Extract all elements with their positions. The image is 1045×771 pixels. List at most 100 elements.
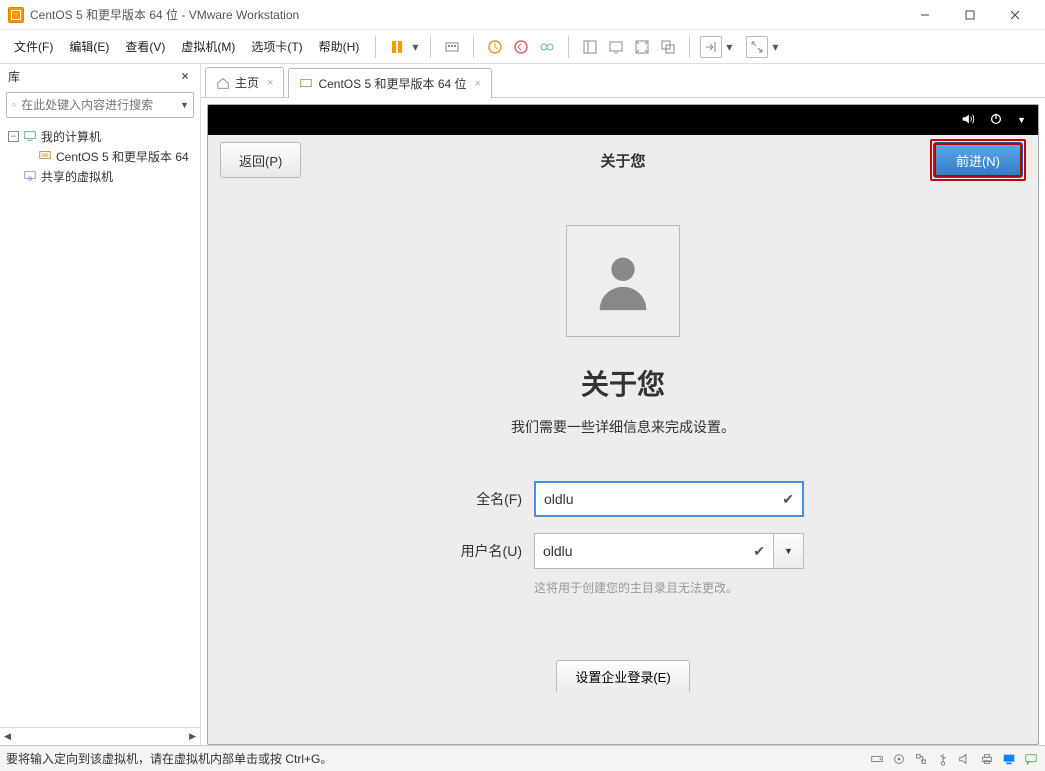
maximize-button[interactable] xyxy=(947,1,992,29)
shared-icon xyxy=(23,169,37,183)
power-icon[interactable] xyxy=(989,112,1003,129)
menubar: 文件(F) 编辑(E) 查看(V) 虚拟机(M) 选项卡(T) 帮助(H) ▾ … xyxy=(0,30,1045,64)
view-console-icon[interactable] xyxy=(605,36,627,58)
window-titlebar: CentOS 5 和更早版本 64 位 - VMware Workstation xyxy=(0,0,1045,30)
page-title: 关于您 xyxy=(600,150,645,171)
library-sidebar: 库 × ▼ − 我的计算机 CentOS 5 和更早版本 64 共享的虚拟机 xyxy=(0,64,201,745)
chevron-right-icon[interactable]: ▶ xyxy=(189,731,196,742)
tab-label: 主页 xyxy=(235,74,259,91)
fullname-value: oldlu xyxy=(544,491,574,507)
fullname-label: 全名(F) xyxy=(442,489,522,509)
tab-close-button[interactable]: × xyxy=(475,78,481,90)
chevron-left-icon[interactable]: ◀ xyxy=(4,731,11,742)
vm-system-tray: ▼ xyxy=(208,105,1038,135)
separator xyxy=(689,36,690,58)
sidebar-scroll-controls: ◀ ▶ xyxy=(0,727,200,745)
tab-bar: 主页 × CentOS 5 和更早版本 64 位 × xyxy=(201,64,1045,98)
close-button[interactable] xyxy=(992,1,1037,29)
content-area: 主页 × CentOS 5 和更早版本 64 位 × ▼ 返回(P) 关于您 xyxy=(201,64,1045,745)
quick-switch-icon[interactable] xyxy=(700,36,722,58)
disk-icon[interactable] xyxy=(869,752,885,766)
menu-view[interactable]: 查看(V) xyxy=(117,34,173,59)
window-title: CentOS 5 和更早版本 64 位 - VMware Workstation xyxy=(30,6,299,23)
home-icon xyxy=(216,76,230,90)
view-fullscreen-icon[interactable] xyxy=(631,36,653,58)
username-input[interactable]: oldlu ✔ xyxy=(534,533,774,569)
send-ctrl-alt-del-icon[interactable] xyxy=(441,36,463,58)
usb-icon[interactable] xyxy=(935,752,951,766)
printer-icon[interactable] xyxy=(979,752,995,766)
username-label: 用户名(U) xyxy=(442,541,522,561)
vm-display[interactable]: ▼ 返回(P) 关于您 前进(N) 关于您 我们需要一些详细信息来完成设置。 xyxy=(207,104,1039,745)
enterprise-login-button[interactable]: 设置企业登录(E) xyxy=(556,660,689,692)
status-icons xyxy=(869,752,1039,766)
network-icon[interactable] xyxy=(913,752,929,766)
avatar-placeholder[interactable] xyxy=(566,225,680,337)
vm-setup-screen: 返回(P) 关于您 前进(N) 关于您 我们需要一些详细信息来完成设置。 全名(… xyxy=(208,135,1038,744)
menu-vm[interactable]: 虚拟机(M) xyxy=(173,34,243,59)
check-icon: ✔ xyxy=(782,491,794,508)
tree-item-centos[interactable]: CentOS 5 和更早版本 64 xyxy=(4,146,196,166)
status-text: 要将输入定向到该虚拟机，请在虚拟机内部单击或按 Ctrl+G。 xyxy=(6,750,332,767)
menu-help[interactable]: 帮助(H) xyxy=(311,34,368,59)
separator xyxy=(375,36,376,58)
separator xyxy=(568,36,569,58)
sound-icon[interactable] xyxy=(957,752,973,766)
about-subtitle: 我们需要一些详细信息来完成设置。 xyxy=(511,417,735,437)
tree-collapse-icon[interactable]: − xyxy=(8,131,19,142)
statusbar: 要将输入定向到该虚拟机，请在虚拟机内部单击或按 Ctrl+G。 xyxy=(0,745,1045,771)
chevron-down-icon[interactable]: ▾ xyxy=(412,40,422,54)
chevron-down-icon[interactable]: ▾ xyxy=(772,40,782,54)
sidebar-title: 库 xyxy=(8,68,20,85)
fullname-input[interactable]: oldlu ✔ xyxy=(534,481,804,517)
display-icon[interactable] xyxy=(1001,752,1017,766)
snapshot-manager-icon[interactable] xyxy=(536,36,558,58)
chevron-down-icon[interactable]: ▾ xyxy=(726,40,736,54)
tree-label: 我的计算机 xyxy=(41,128,101,145)
search-icon xyxy=(11,98,17,112)
library-tree: − 我的计算机 CentOS 5 和更早版本 64 共享的虚拟机 xyxy=(0,122,200,727)
check-icon: ✔ xyxy=(753,543,765,560)
tab-home[interactable]: 主页 × xyxy=(205,67,284,97)
volume-icon[interactable] xyxy=(961,112,975,129)
vm-icon xyxy=(38,149,52,163)
chevron-down-icon: ▼ xyxy=(784,546,793,556)
vm-icon xyxy=(299,77,313,91)
search-field[interactable] xyxy=(21,98,176,112)
snapshot-revert-icon[interactable] xyxy=(510,36,532,58)
chevron-down-icon[interactable]: ▼ xyxy=(1017,115,1026,125)
forward-button[interactable]: 前进(N) xyxy=(933,142,1023,178)
minimize-button[interactable] xyxy=(902,1,947,29)
about-title: 关于您 xyxy=(581,363,665,403)
pause-icon[interactable] xyxy=(386,36,408,58)
username-value: oldlu xyxy=(543,543,573,559)
menu-tabs[interactable]: 选项卡(T) xyxy=(243,34,310,59)
separator xyxy=(430,36,431,58)
back-button[interactable]: 返回(P) xyxy=(220,142,301,178)
view-unity-icon[interactable] xyxy=(657,36,679,58)
user-icon xyxy=(588,246,658,316)
sidebar-close-button[interactable]: × xyxy=(178,69,192,83)
separator xyxy=(473,36,474,58)
tree-item-shared[interactable]: 共享的虚拟机 xyxy=(4,166,196,186)
cd-icon[interactable] xyxy=(891,752,907,766)
chevron-down-icon[interactable]: ▼ xyxy=(180,100,189,110)
menu-file[interactable]: 文件(F) xyxy=(6,34,61,59)
tab-close-button[interactable]: × xyxy=(267,77,273,89)
computer-icon xyxy=(23,129,37,143)
username-hint: 这将用于创建您的主目录且无法更改。 xyxy=(534,579,804,596)
stretch-icon[interactable] xyxy=(746,36,768,58)
tree-label: CentOS 5 和更早版本 64 xyxy=(56,148,189,165)
app-icon xyxy=(8,7,24,23)
tree-label: 共享的虚拟机 xyxy=(41,168,113,185)
tab-centos[interactable]: CentOS 5 和更早版本 64 位 × xyxy=(288,68,491,98)
message-icon[interactable] xyxy=(1023,752,1039,766)
snapshot-take-icon[interactable] xyxy=(484,36,506,58)
username-dropdown[interactable]: ▼ xyxy=(774,533,804,569)
menu-edit[interactable]: 编辑(E) xyxy=(61,34,117,59)
tab-label: CentOS 5 和更早版本 64 位 xyxy=(318,75,466,92)
search-input[interactable]: ▼ xyxy=(6,92,194,118)
forward-highlight: 前进(N) xyxy=(930,139,1026,181)
tree-item-my-computer[interactable]: − 我的计算机 xyxy=(4,126,196,146)
view-single-icon[interactable] xyxy=(579,36,601,58)
